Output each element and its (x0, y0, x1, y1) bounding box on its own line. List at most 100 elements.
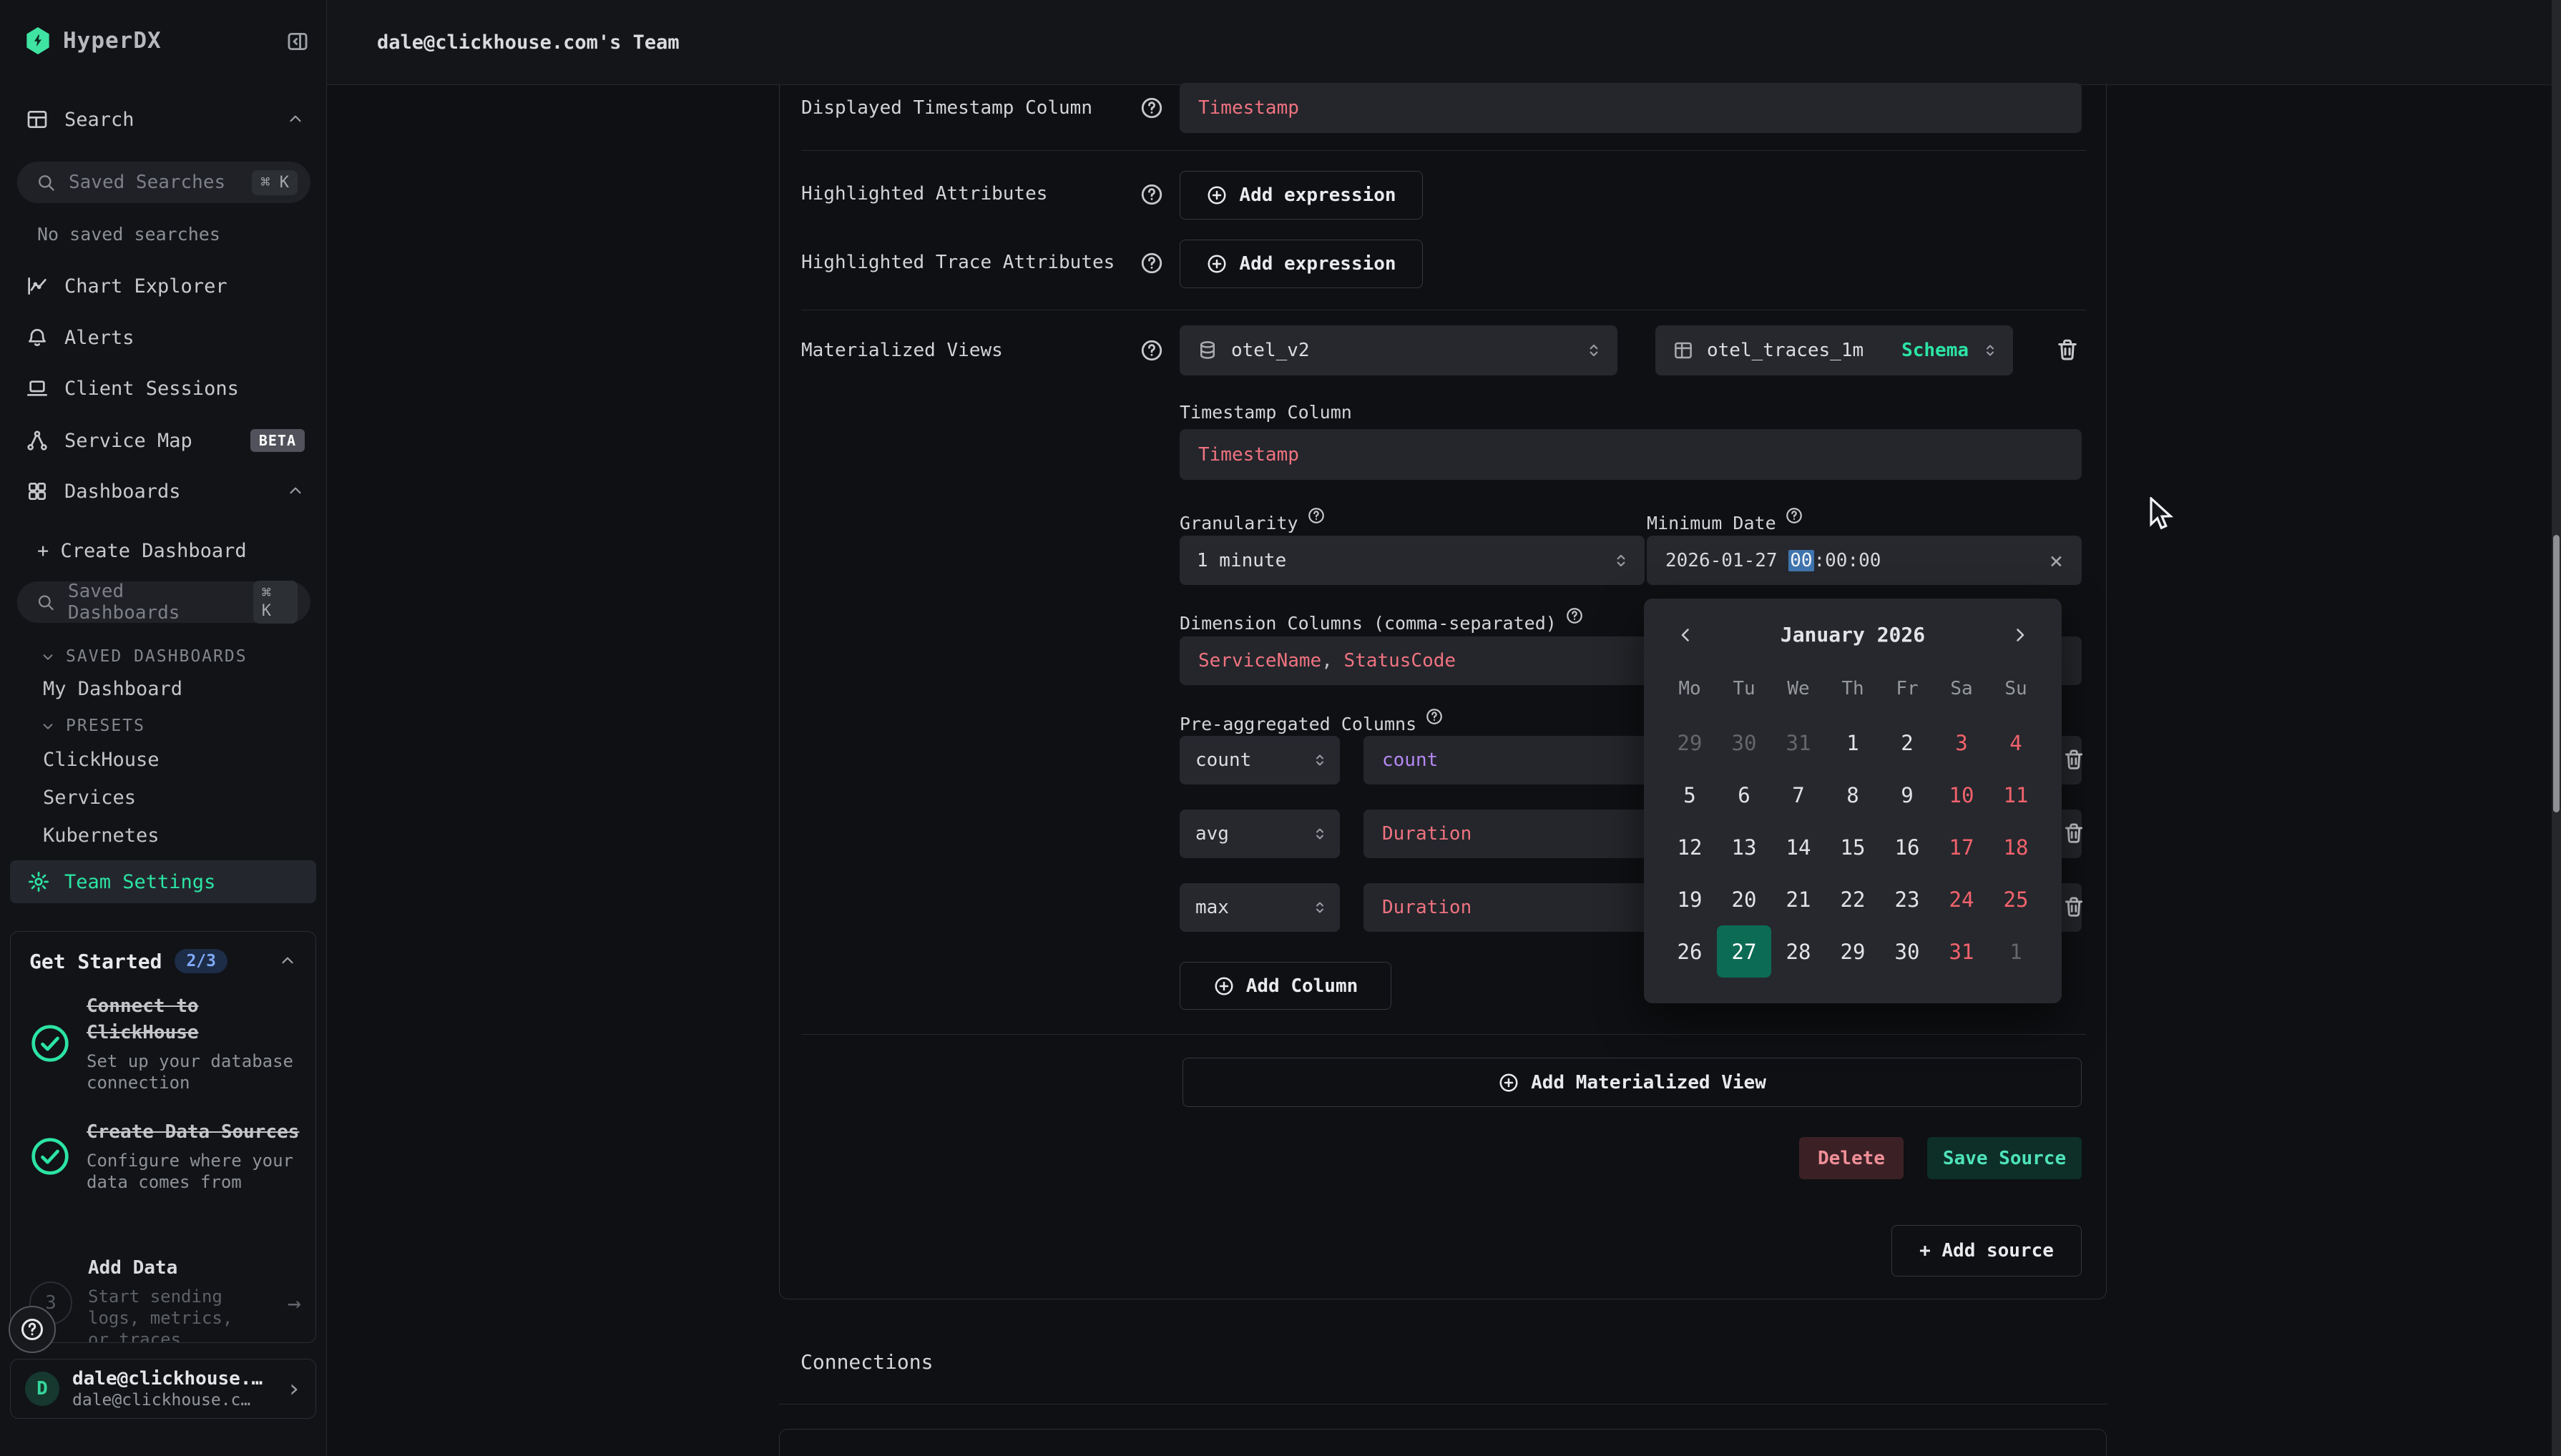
help-icon[interactable] (1140, 96, 1164, 120)
calendar-day[interactable]: 7 (1771, 769, 1826, 821)
calendar-day[interactable]: 8 (1826, 769, 1880, 821)
scrollbar-thumb[interactable] (2553, 535, 2560, 812)
aggregation-fn-select[interactable]: max (1180, 883, 1340, 932)
help-icon[interactable] (1307, 506, 1326, 525)
sidebar-item-my-dashboard[interactable]: My Dashboard (43, 678, 182, 700)
delete-column-icon[interactable] (2062, 821, 2086, 845)
sidebar-item-services[interactable]: Services (43, 787, 136, 809)
calendar-day[interactable]: 14 (1771, 821, 1826, 873)
help-icon[interactable] (1425, 707, 1444, 726)
calendar-day[interactable]: 25 (1989, 873, 2043, 925)
calendar-day[interactable]: 20 (1717, 873, 1771, 925)
calendar-day[interactable]: 6 (1717, 769, 1771, 821)
shortcut-badge: ⌘ K (253, 581, 298, 624)
add-expression-button[interactable]: Add expression (1180, 171, 1423, 220)
calendar-day[interactable]: 18 (1989, 821, 2043, 873)
divider (801, 1034, 2086, 1035)
section-presets[interactable]: PRESETS (40, 717, 145, 735)
calendar-day[interactable]: 11 (1989, 769, 2043, 821)
select-value: otel_traces_1m (1707, 340, 1864, 361)
calendar-day[interactable]: 1 (1989, 925, 2043, 978)
clear-date-icon[interactable]: × (2050, 547, 2063, 574)
get-started-header[interactable]: Get Started 2/3 (29, 949, 297, 973)
calendar-day[interactable]: 29 (1663, 717, 1717, 769)
calendar-day[interactable]: 30 (1717, 717, 1771, 769)
displayed-timestamp-input[interactable]: Timestamp (1180, 83, 2082, 133)
sidebar-collapse-icon[interactable] (283, 27, 312, 56)
calendar-day[interactable]: 9 (1880, 769, 1934, 821)
add-source-button[interactable]: + Add source (1891, 1225, 2082, 1277)
calendar-day[interactable]: 21 (1771, 873, 1826, 925)
calendar-day-selected[interactable]: 27 (1717, 925, 1771, 978)
help-icon[interactable] (1140, 182, 1164, 207)
calendar-day[interactable]: 31 (1934, 925, 1989, 978)
calendar-next-icon[interactable] (2009, 624, 2030, 646)
calendar-day[interactable]: 3 (1934, 717, 1989, 769)
calendar-day[interactable]: 4 (1989, 717, 2043, 769)
input-value: Timestamp (1198, 444, 1299, 466)
calendar-day[interactable]: 10 (1934, 769, 1989, 821)
aggregation-fn-select[interactable]: count (1180, 736, 1340, 784)
select-chevrons-icon (1585, 341, 1603, 360)
get-started-item-sources[interactable]: Create Data Sources Configure where your… (29, 1119, 301, 1193)
schema-badge[interactable]: Schema (1901, 340, 1969, 361)
calendar-day[interactable]: 31 (1771, 717, 1826, 769)
add-materialized-view-button[interactable]: Add Materialized View (1182, 1058, 2082, 1107)
calendar-day[interactable]: 12 (1663, 821, 1717, 873)
sidebar-item-service-map[interactable]: Service Map BETA (26, 425, 305, 456)
calendar-day[interactable]: 5 (1663, 769, 1717, 821)
help-icon[interactable] (1140, 251, 1164, 275)
calendar-day[interactable]: 28 (1771, 925, 1826, 978)
calendar-prev-icon[interactable] (1675, 624, 1697, 646)
database-select[interactable]: otel_v2 (1180, 325, 1617, 375)
sidebar-item-dashboards[interactable]: Dashboards (26, 476, 305, 507)
minimum-date-input[interactable]: 2026-01-27 00:00:00 × (1647, 536, 2082, 585)
sidebar-item-search[interactable]: Search (26, 104, 305, 135)
delete-button[interactable]: Delete (1799, 1137, 1904, 1179)
help-icon[interactable] (1785, 506, 1803, 525)
calendar-day[interactable]: 16 (1880, 821, 1934, 873)
calendar-day[interactable]: 15 (1826, 821, 1880, 873)
saved-dashboards-input[interactable]: Saved Dashboards ⌘ K (17, 581, 310, 623)
saved-searches-input[interactable]: Saved Searches ⌘ K (17, 162, 310, 203)
add-expression-button[interactable]: Add expression (1180, 240, 1423, 288)
add-column-button[interactable]: Add Column (1180, 962, 1391, 1010)
calendar-day[interactable]: 24 (1934, 873, 1989, 925)
sidebar-item-client-sessions[interactable]: Client Sessions (26, 373, 305, 404)
calendar-day[interactable]: 30 (1880, 925, 1934, 978)
sidebar-item-kubernetes[interactable]: Kubernetes (43, 825, 160, 847)
sidebar-item-clickhouse[interactable]: ClickHouse (43, 749, 160, 771)
granularity-select[interactable]: 1 minute (1180, 536, 1645, 585)
calendar-day[interactable]: 19 (1663, 873, 1717, 925)
sidebar-item-chart-explorer[interactable]: Chart Explorer (26, 270, 305, 302)
mouse-cursor (2148, 497, 2180, 536)
help-icon[interactable] (1140, 338, 1164, 363)
calendar-day[interactable]: 26 (1663, 925, 1717, 978)
sidebar-item-alerts[interactable]: Alerts (26, 322, 305, 353)
help-button[interactable] (9, 1306, 56, 1353)
calendar-day[interactable]: 29 (1826, 925, 1880, 978)
delete-materialized-view-icon[interactable] (2055, 337, 2080, 363)
aggregation-fn-select[interactable]: avg (1180, 810, 1340, 858)
calendar-day[interactable]: 23 (1880, 873, 1934, 925)
help-icon[interactable] (1565, 606, 1584, 625)
sidebar-item-team-settings[interactable]: Team Settings (10, 860, 316, 903)
calendar-day[interactable]: 1 (1826, 717, 1880, 769)
table-select[interactable]: otel_traces_1m Schema (1655, 325, 2013, 375)
get-started-item-add-data[interactable]: 3 Add Data Start sending logs, metrics, … (29, 1255, 301, 1343)
calendar-day[interactable]: 2 (1880, 717, 1934, 769)
create-dashboard-button[interactable]: + Create Dashboard (37, 535, 316, 566)
calendar-month-title[interactable]: January 2026 (1697, 623, 2009, 646)
user-menu[interactable]: D dale@clickhouse.… dale@clickhouse.c… › (10, 1359, 316, 1419)
save-source-button[interactable]: Save Source (1927, 1137, 2082, 1179)
timestamp-column-input[interactable]: Timestamp (1180, 429, 2082, 480)
calendar-day[interactable]: 13 (1717, 821, 1771, 873)
delete-column-icon[interactable] (2062, 747, 2086, 772)
delete-column-icon[interactable] (2062, 895, 2086, 919)
selected-hour-segment: 00 (1788, 550, 1813, 571)
section-saved-dashboards[interactable]: SAVED DASHBOARDS (40, 647, 248, 666)
logo[interactable]: HyperDX (26, 27, 162, 54)
calendar-day[interactable]: 17 (1934, 821, 1989, 873)
calendar-day[interactable]: 22 (1826, 873, 1880, 925)
get-started-item-connect[interactable]: Connect to ClickHouse Set up your databa… (29, 993, 301, 1093)
